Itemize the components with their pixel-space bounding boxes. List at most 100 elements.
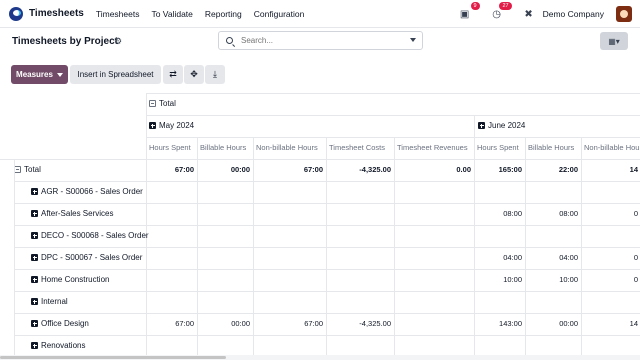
search-bar[interactable] bbox=[218, 31, 423, 50]
collapse-icon bbox=[149, 100, 156, 107]
row-divider bbox=[14, 181, 640, 182]
pivot-view-icon: ▦▾ bbox=[608, 36, 620, 46]
total-cell[interactable]: -4,325.00 bbox=[326, 165, 391, 174]
column-divider bbox=[197, 137, 198, 355]
app-name[interactable]: Timesheets bbox=[29, 8, 84, 19]
view-switcher-button[interactable]: ▦▾ bbox=[600, 32, 628, 50]
row-divider bbox=[14, 247, 640, 248]
row-divider bbox=[14, 291, 640, 292]
activities-badge: 27 bbox=[499, 2, 512, 10]
table-cell[interactable]: 10:00 bbox=[525, 275, 578, 284]
download-button[interactable]: ⤓ bbox=[205, 65, 225, 84]
row-header[interactable]: Internal bbox=[31, 297, 68, 306]
measure-header[interactable]: Hours Spent bbox=[149, 143, 191, 152]
measure-header[interactable]: Timesheet Costs bbox=[329, 143, 385, 152]
table-cell[interactable]: 08:00 bbox=[525, 209, 578, 218]
tools-icon: ✖ bbox=[524, 8, 533, 20]
expand-icon bbox=[149, 122, 156, 129]
column-divider bbox=[581, 137, 582, 355]
row-divider bbox=[14, 225, 640, 226]
menu-to-validate[interactable]: To Validate bbox=[151, 9, 192, 19]
flip-axis-button[interactable]: ⇄ bbox=[163, 65, 183, 84]
total-cell[interactable]: 67:00 bbox=[253, 165, 323, 174]
app-logo-icon[interactable] bbox=[9, 6, 23, 21]
measures-button[interactable]: Measures bbox=[11, 65, 68, 84]
table-cell[interactable]: -4,325.00 bbox=[326, 319, 391, 328]
table-cell[interactable]: 67:00 bbox=[146, 319, 194, 328]
column-divider bbox=[474, 137, 475, 355]
column-divider bbox=[394, 137, 395, 355]
expand-icon bbox=[31, 276, 38, 283]
table-cell[interactable]: 67:00 bbox=[253, 319, 323, 328]
debug-tools-button[interactable]: ✖ bbox=[521, 6, 537, 22]
total-cell[interactable]: 14 bbox=[581, 165, 638, 174]
total-cell[interactable]: 22:00 bbox=[525, 165, 578, 174]
total-cell[interactable]: 165:00 bbox=[474, 165, 522, 174]
page-title: Timesheets by Project bbox=[12, 36, 118, 47]
activities-button[interactable]: ◷ 27 bbox=[489, 2, 512, 22]
column-divider bbox=[326, 137, 327, 355]
search-icon bbox=[226, 37, 233, 44]
gear-icon[interactable]: ⚙ bbox=[114, 36, 122, 47]
scrollbar-thumb[interactable] bbox=[0, 356, 226, 359]
row-header[interactable]: Home Construction bbox=[31, 275, 109, 284]
expand-icon bbox=[31, 188, 38, 195]
table-cell[interactable]: 0 bbox=[581, 275, 638, 284]
table-cell[interactable]: 04:00 bbox=[474, 253, 522, 262]
measure-header[interactable]: Non-billable Hours bbox=[584, 143, 640, 152]
table-cell[interactable]: 08:00 bbox=[474, 209, 522, 218]
row-header[interactable]: DECO - S00068 - Sales Order bbox=[31, 231, 149, 240]
menu-reporting[interactable]: Reporting bbox=[205, 9, 242, 19]
table-cell[interactable]: 0 bbox=[581, 253, 638, 262]
total-cell[interactable]: 00:00 bbox=[197, 165, 250, 174]
row-header[interactable]: After-Sales Services bbox=[31, 209, 113, 218]
table-cell[interactable]: 0 bbox=[581, 209, 638, 218]
total-cell[interactable]: 0.00 bbox=[394, 165, 471, 174]
total-cell[interactable]: 67:00 bbox=[146, 165, 194, 174]
search-options-chevron-icon[interactable] bbox=[410, 38, 416, 42]
col-header-june-2024[interactable]: June 2024 bbox=[478, 121, 525, 130]
messages-badge: 9 bbox=[470, 2, 480, 10]
expand-icon bbox=[31, 320, 38, 327]
row-header-total[interactable]: Total bbox=[14, 165, 41, 174]
measure-header[interactable]: Timesheet Revenues bbox=[397, 143, 468, 152]
measure-header[interactable]: Billable Hours bbox=[528, 143, 574, 152]
col-header-may-2024[interactable]: May 2024 bbox=[149, 121, 194, 130]
col-header-total[interactable]: Total bbox=[149, 99, 176, 108]
caret-down-icon bbox=[56, 72, 63, 77]
chat-icon: ▣ bbox=[459, 8, 470, 20]
insert-in-spreadsheet-button[interactable]: Insert in Spreadsheet bbox=[70, 65, 161, 84]
expand-all-button[interactable]: ✥ bbox=[184, 65, 204, 84]
row-header[interactable]: AGR - S00066 - Sales Order bbox=[31, 187, 143, 196]
table-cell[interactable]: 00:00 bbox=[197, 319, 250, 328]
row-header[interactable]: DPC - S00067 - Sales Order bbox=[31, 253, 142, 262]
horizontal-scrollbar[interactable] bbox=[0, 355, 640, 360]
measure-header[interactable]: Non-billable Hours bbox=[256, 143, 318, 152]
row-divider bbox=[14, 313, 640, 314]
expand-icon bbox=[478, 122, 485, 129]
table-cell[interactable]: 00:00 bbox=[525, 319, 578, 328]
column-divider bbox=[525, 137, 526, 355]
row-header[interactable]: Office Design bbox=[31, 319, 89, 328]
download-icon: ⤓ bbox=[213, 69, 217, 79]
menu-timesheets[interactable]: Timesheets bbox=[96, 9, 140, 19]
company-switcher[interactable]: Demo Company bbox=[543, 9, 604, 19]
table-cell[interactable]: 143:00 bbox=[474, 319, 522, 328]
row-header[interactable]: Renovations bbox=[31, 341, 85, 350]
measure-header[interactable]: Billable Hours bbox=[200, 143, 246, 152]
collapse-icon bbox=[14, 166, 21, 173]
table-cell[interactable]: 10:00 bbox=[474, 275, 522, 284]
messages-button[interactable]: ▣ 9 bbox=[457, 2, 480, 22]
expand-icon bbox=[31, 342, 38, 349]
row-tree-guide bbox=[14, 159, 15, 355]
user-avatar[interactable] bbox=[616, 6, 632, 22]
expand-icon bbox=[31, 298, 38, 305]
table-cell[interactable]: 14 bbox=[581, 319, 638, 328]
table-cell[interactable]: 04:00 bbox=[525, 253, 578, 262]
expand-icon bbox=[31, 232, 38, 239]
search-input[interactable] bbox=[241, 36, 401, 45]
menu-configuration[interactable]: Configuration bbox=[254, 9, 305, 19]
row-divider bbox=[14, 269, 640, 270]
row-divider bbox=[14, 203, 640, 204]
measure-header[interactable]: Hours Spent bbox=[477, 143, 519, 152]
